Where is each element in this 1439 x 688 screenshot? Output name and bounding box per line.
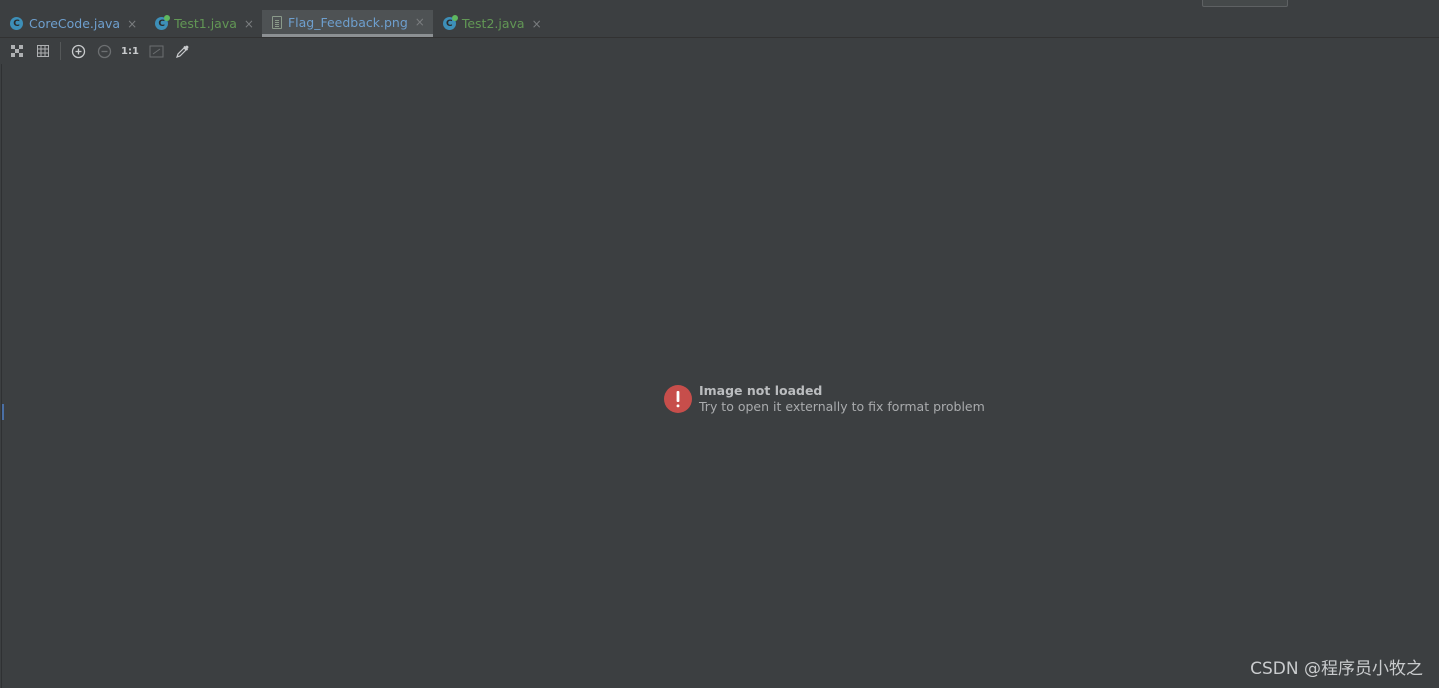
tab-test1-java[interactable]: C Test1.java × [145,10,262,37]
tab-label: CoreCode.java [29,16,121,31]
tab-label: Flag_Feedback.png [287,14,408,30]
error-title: Image not loaded [699,383,823,398]
java-class-icon: C [10,17,23,30]
error-text: Image not loaded Try to open it external… [699,383,985,415]
tab-corecode-java[interactable]: C CoreCode.java × [0,10,145,37]
actual-size-button[interactable]: 1:1 [121,42,139,60]
grid-toggle-button[interactable] [34,42,52,60]
fit-to-window-icon [149,45,163,57]
image-canvas[interactable] [1,64,1439,688]
chessboard-icon [11,45,23,57]
close-icon[interactable]: × [532,18,542,30]
zoom-out-icon [97,44,111,58]
zoom-in-icon [71,44,85,58]
image-load-error: Image not loaded Try to open it external… [664,383,985,415]
zoom-in-button[interactable] [69,42,87,60]
tab-label: Test2.java [461,16,525,31]
color-picker-button[interactable] [173,42,191,60]
toolbar-separator [60,42,61,60]
top-toolbar-strip [0,0,1439,10]
edge-marker [2,404,4,420]
tab-flag-feedback-png[interactable]: Flag_Feedback.png × [261,10,433,37]
java-runnable-class-icon: C [442,15,458,30]
close-icon[interactable]: × [415,16,425,28]
close-icon[interactable]: × [244,18,254,30]
run-config-selector[interactable] [1202,0,1288,7]
tab-label: Test1.java [174,16,237,31]
grid-icon [37,45,49,57]
error-subtitle: Try to open it externally to fix format … [699,399,985,414]
image-viewer-toolbar: 1:1 [0,38,1439,64]
editor-tab-bar: C CoreCode.java × C Test1.java × Flag_Fe… [0,10,1439,38]
watermark: CSDN @程序员小牧之 [1250,659,1423,679]
java-runnable-class-icon: C [155,15,171,30]
image-file-icon [271,15,282,29]
image-editor-window: C CoreCode.java × C Test1.java × Flag_Fe… [0,0,1439,688]
zoom-out-button[interactable] [95,42,113,60]
close-icon[interactable]: × [127,18,137,30]
fit-zoom-button[interactable] [147,42,165,60]
tab-test2-java[interactable]: C Test2.java × [433,10,550,37]
chessboard-toggle-button[interactable] [8,42,26,60]
error-icon [664,385,692,413]
actual-size-label: 1:1 [121,45,139,57]
eyedropper-icon [175,45,188,58]
